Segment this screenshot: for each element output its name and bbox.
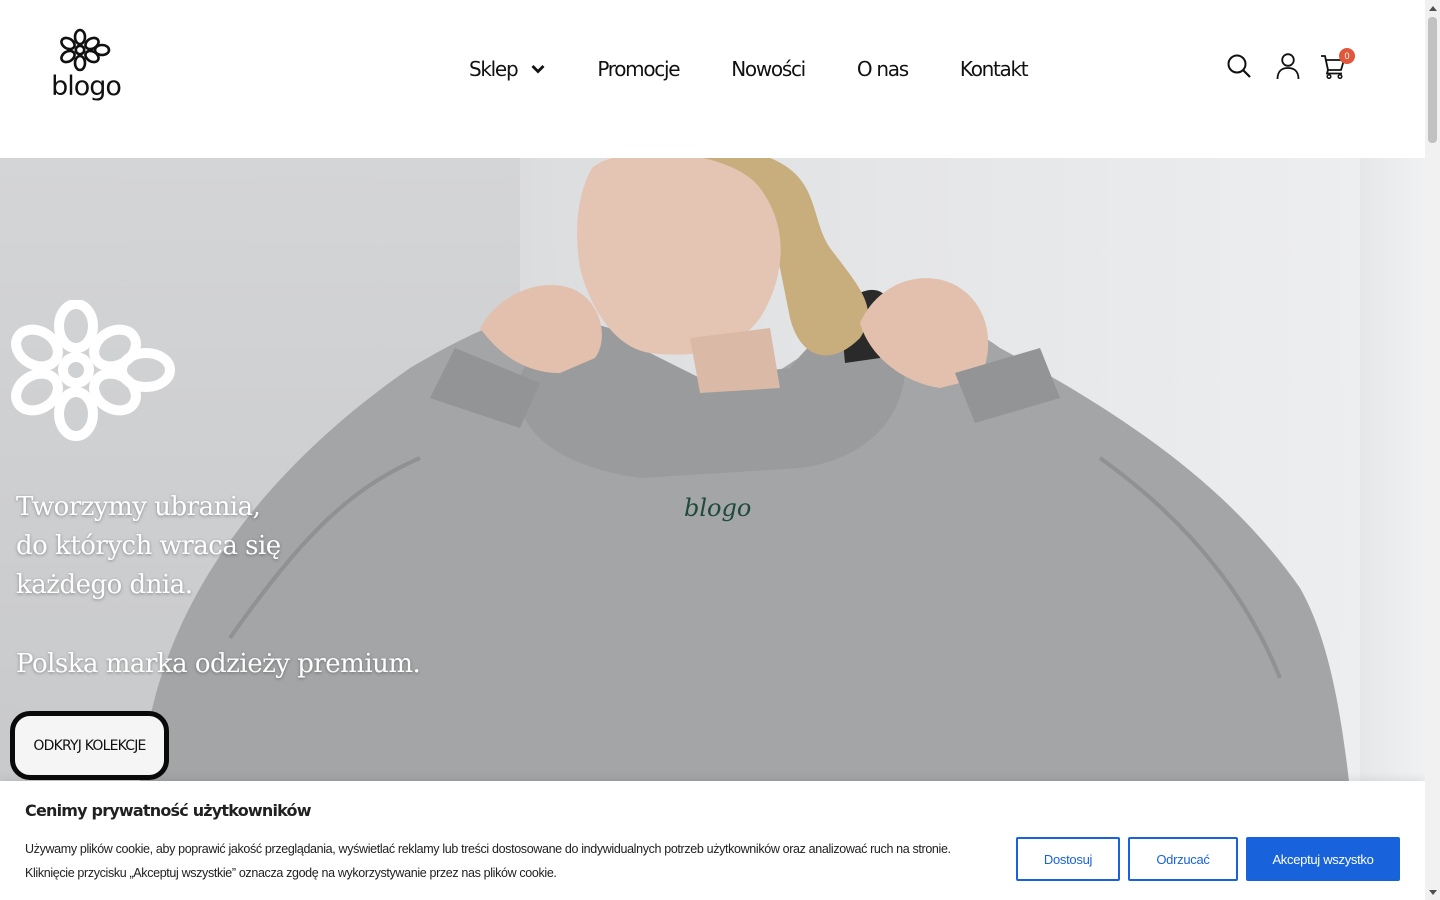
page-scrollbar[interactable] <box>1425 0 1440 900</box>
search-icon[interactable] <box>1226 53 1252 79</box>
logo-wordmark: blogo <box>51 71 122 102</box>
cookie-consent-banner: Cenimy prywatność użytkowników Używamy p… <box>0 781 1425 900</box>
nav-item-label: Sklep <box>469 57 519 81</box>
scroll-up-arrow-icon[interactable] <box>1425 0 1440 15</box>
nav-item-label: Kontakt <box>959 57 1029 81</box>
nav-item-nowosci[interactable]: Nowości <box>731 57 806 81</box>
nav-item-sklep[interactable]: Sklep <box>469 57 545 81</box>
nav-item-o-nas[interactable]: O nas <box>856 57 909 81</box>
accept-all-cookies-button[interactable]: Akceptuj wszystko <box>1246 837 1400 881</box>
cookie-banner-title: Cenimy prywatność użytkowników <box>25 801 312 820</box>
scroll-down-arrow-icon[interactable] <box>1425 885 1440 900</box>
chevron-down-icon[interactable] <box>531 64 545 74</box>
cookie-text-line: Używamy plików cookie, aby poprawić jako… <box>25 842 951 856</box>
cart-icon[interactable]: 0 <box>1320 48 1355 79</box>
nav-item-label: O nas <box>856 57 909 81</box>
hero-subheadline: Polska marka odzieży premium. <box>16 649 421 679</box>
hero-headline-line: Tworzymy ubrania, <box>16 492 261 522</box>
cart-count-badge: 0 <box>1339 48 1355 64</box>
flower-logo-icon <box>11 300 175 441</box>
discover-collections-button[interactable]: ODKRYJ KOLEKCJE <box>10 711 169 780</box>
site-header: blogo Sklep Promocje Nowości O nas Konta… <box>0 0 1425 158</box>
hoodie-print-text: blogo <box>684 494 751 522</box>
flower-logo-icon <box>60 28 111 72</box>
nav-item-label: Nowości <box>731 57 806 81</box>
site-logo[interactable]: blogo <box>50 28 122 118</box>
reject-cookies-button[interactable]: Odrzucać <box>1128 837 1238 881</box>
user-icon[interactable] <box>1276 52 1300 80</box>
customize-cookies-button[interactable]: Dostosuj <box>1016 837 1120 881</box>
main-nav: Sklep Promocje Nowości O nas Kontakt <box>469 54 1029 84</box>
hero-headline-line: do których wraca się <box>16 531 281 561</box>
nav-item-label: Promocje <box>597 57 680 81</box>
hero-headline: Tworzymy ubrania, do których wraca się k… <box>16 488 281 605</box>
nav-item-promocje[interactable]: Promocje <box>597 57 680 81</box>
cookie-text-line: Kliknięcie przycisku „Akceptuj wszystkie… <box>25 866 557 880</box>
cookie-banner-text: Używamy plików cookie, aby poprawić jako… <box>25 837 951 885</box>
hero-headline-line: każdego dnia. <box>16 570 193 600</box>
header-actions: 0 <box>1226 48 1355 80</box>
nav-item-kontakt[interactable]: Kontakt <box>959 57 1029 81</box>
scrollbar-thumb[interactable] <box>1428 17 1437 143</box>
